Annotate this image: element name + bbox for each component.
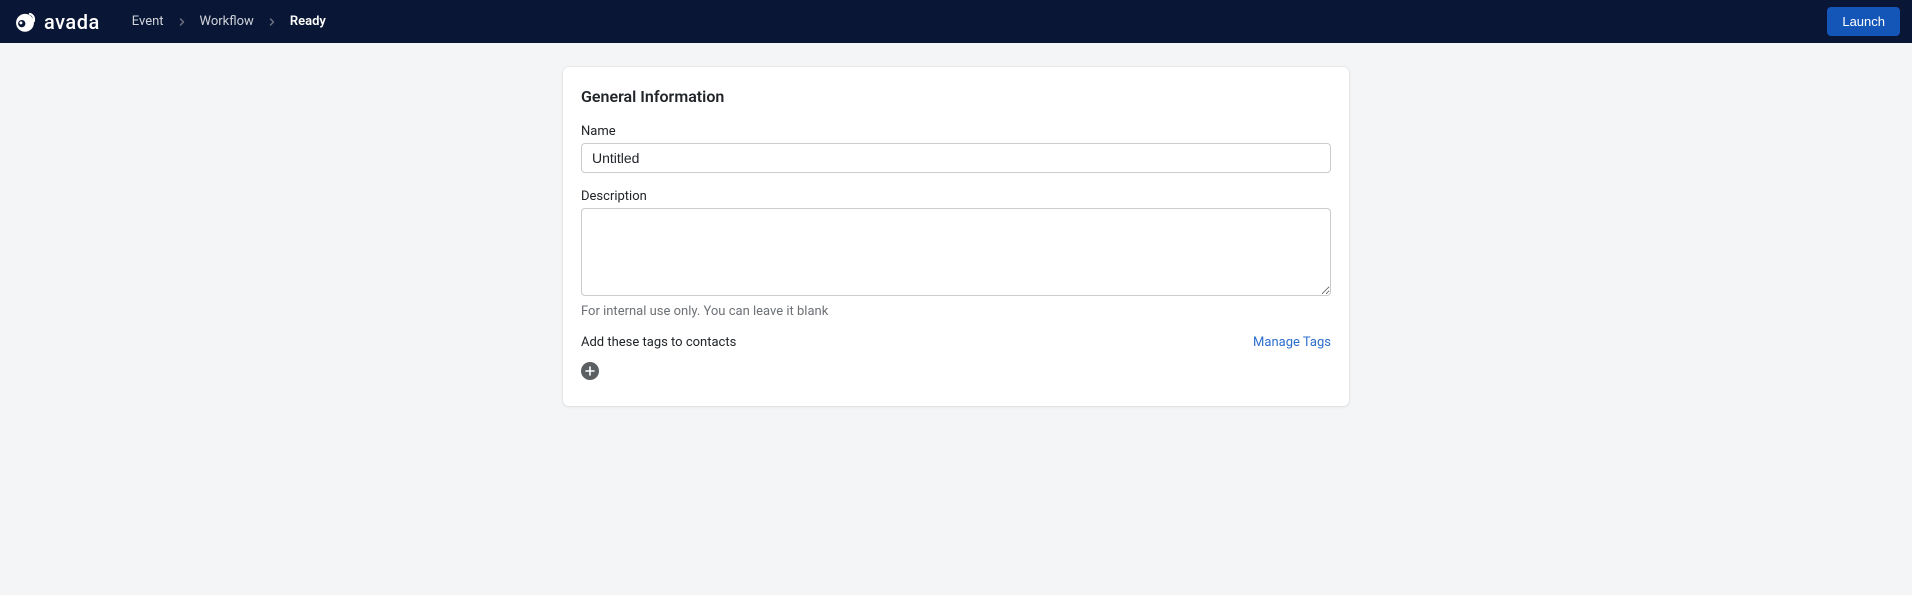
launch-button[interactable]: Launch bbox=[1827, 7, 1900, 36]
general-information-card: General Information Name Description For… bbox=[563, 67, 1349, 406]
breadcrumb: Event Workflow Ready bbox=[132, 14, 326, 29]
breadcrumb-event[interactable]: Event bbox=[132, 14, 164, 29]
app-header: avada Event Workflow Ready Launch bbox=[0, 0, 1912, 43]
name-field-group: Name bbox=[581, 124, 1331, 173]
avada-logo-icon bbox=[12, 9, 38, 35]
description-label: Description bbox=[581, 189, 1331, 204]
breadcrumb-ready[interactable]: Ready bbox=[290, 14, 326, 29]
card-title: General Information bbox=[581, 87, 1331, 106]
description-textarea[interactable] bbox=[581, 208, 1331, 296]
chevron-right-icon bbox=[176, 16, 188, 28]
content-area: General Information Name Description For… bbox=[0, 43, 1912, 430]
brand-name: avada bbox=[44, 10, 100, 34]
brand-logo[interactable]: avada bbox=[12, 9, 100, 35]
tags-row: Add these tags to contacts Manage Tags bbox=[581, 335, 1331, 350]
description-field-group: Description For internal use only. You c… bbox=[581, 189, 1331, 319]
description-helper: For internal use only. You can leave it … bbox=[581, 304, 1331, 319]
breadcrumb-workflow[interactable]: Workflow bbox=[200, 14, 254, 29]
name-label: Name bbox=[581, 124, 1331, 139]
name-input[interactable] bbox=[581, 143, 1331, 173]
chevron-right-icon bbox=[266, 16, 278, 28]
plus-icon bbox=[585, 364, 595, 379]
tags-label: Add these tags to contacts bbox=[581, 335, 736, 350]
add-tag-button[interactable] bbox=[581, 362, 599, 380]
manage-tags-link[interactable]: Manage Tags bbox=[1253, 335, 1331, 350]
header-left: avada Event Workflow Ready bbox=[12, 9, 326, 35]
